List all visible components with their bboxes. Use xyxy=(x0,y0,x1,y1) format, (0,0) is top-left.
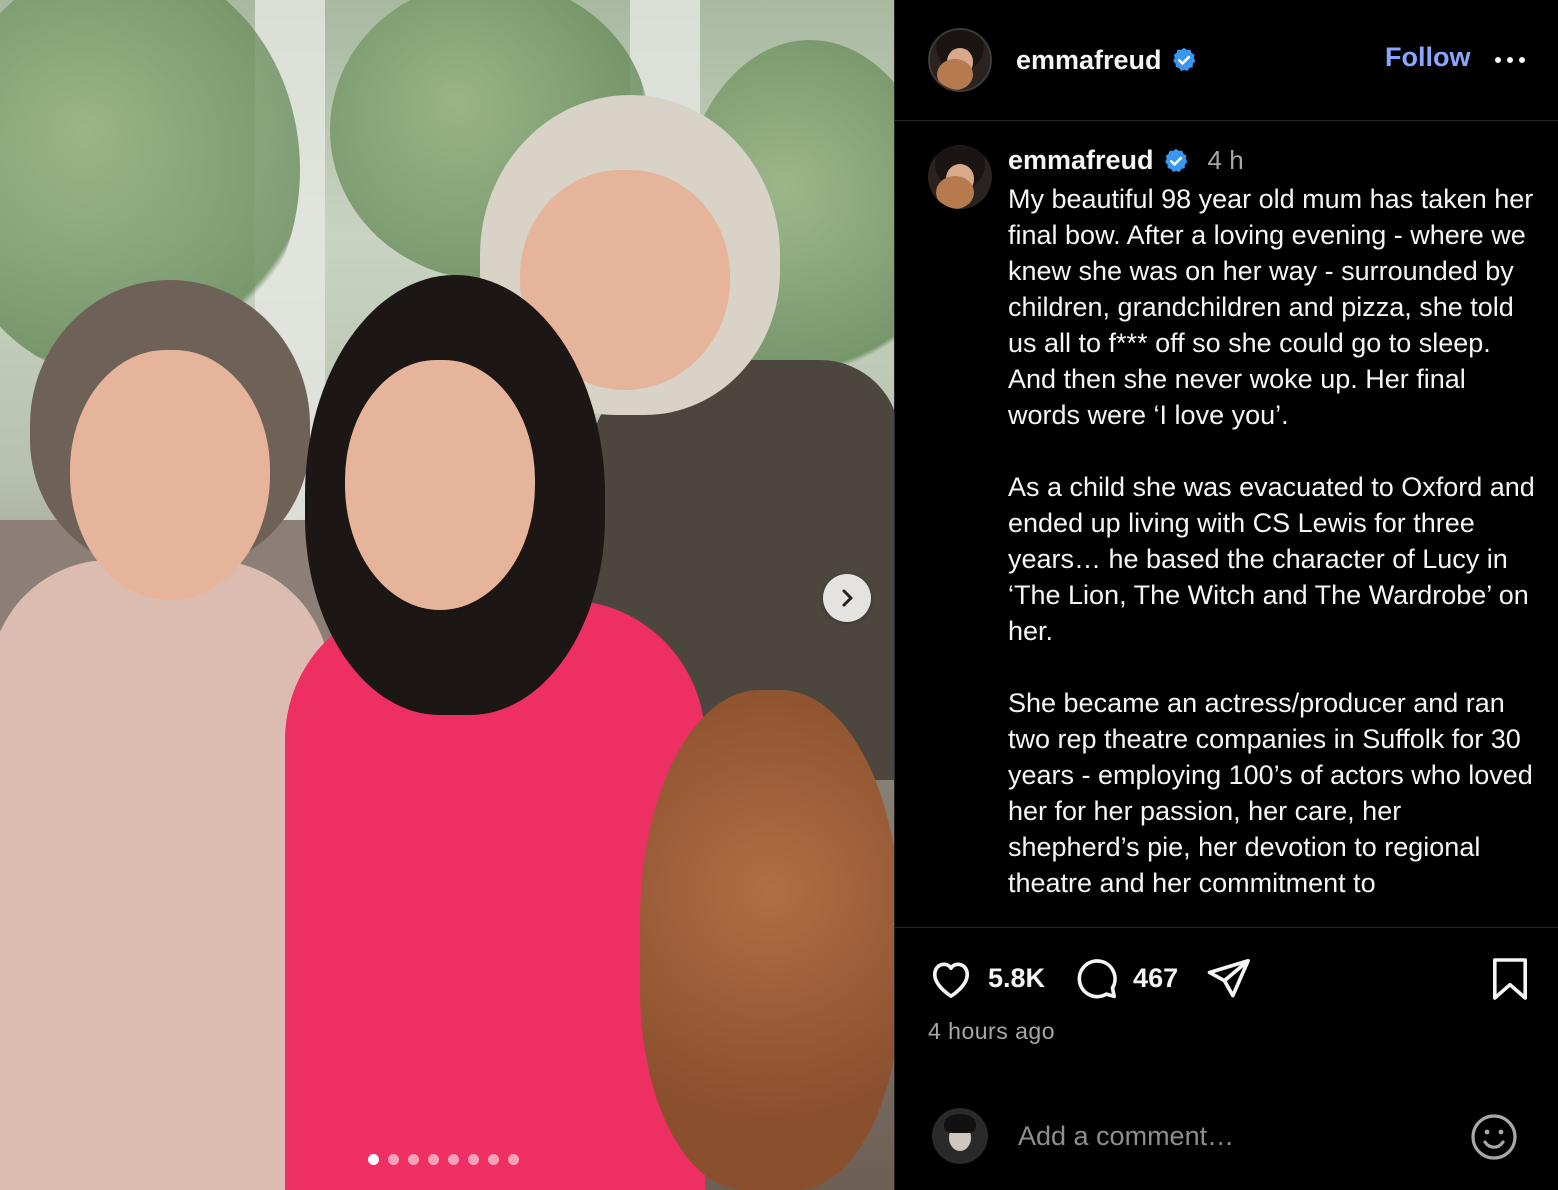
heart-icon xyxy=(932,962,970,998)
comment-input[interactable] xyxy=(1018,1116,1438,1156)
share-icon xyxy=(1207,958,1251,998)
caption-author-avatar[interactable] xyxy=(928,145,992,209)
person-left-face xyxy=(70,350,270,600)
person-left-sweater xyxy=(0,560,330,1190)
carousel-next-button[interactable] xyxy=(823,574,871,622)
carousel-dot xyxy=(408,1154,419,1165)
like-count[interactable]: 5.8K xyxy=(988,963,1045,994)
verified-badge-icon xyxy=(1172,47,1195,71)
author-avatar[interactable] xyxy=(928,28,992,92)
follow-button[interactable]: Follow xyxy=(1385,42,1470,73)
caption-timestamp[interactable]: 4 h xyxy=(1208,145,1244,176)
comment-bar xyxy=(895,1090,1558,1190)
save-button[interactable] xyxy=(1491,958,1529,1005)
caption-text: My beautiful 98 year old mum has taken h… xyxy=(1008,184,1535,898)
carousel-dot xyxy=(368,1154,379,1165)
post-date[interactable]: 4 hours ago xyxy=(928,1018,1055,1045)
carousel-dot xyxy=(448,1154,459,1165)
author-username[interactable]: emmafreud xyxy=(1016,45,1162,76)
caption-header: emmafreud 4 h xyxy=(1008,145,1244,176)
emoji-icon[interactable] xyxy=(1470,1113,1518,1161)
chevron-right-icon xyxy=(842,589,853,607)
dog xyxy=(640,690,894,1190)
carousel-dot xyxy=(388,1154,399,1165)
comment-icon xyxy=(1077,959,1117,999)
caption-area: emmafreud 4 h My beautiful 98 year old m… xyxy=(895,121,1558,927)
comment-count[interactable]: 467 xyxy=(1133,963,1178,994)
current-user-avatar xyxy=(932,1108,988,1164)
like-button[interactable] xyxy=(928,957,974,999)
verified-badge-icon xyxy=(1164,148,1187,172)
share-button[interactable] xyxy=(1206,956,1252,1000)
carousel-dot xyxy=(468,1154,479,1165)
comment-button[interactable] xyxy=(1073,955,1119,1001)
divider xyxy=(895,927,1558,928)
carousel-dot xyxy=(488,1154,499,1165)
post-header: emmafreud Follow xyxy=(895,0,1558,121)
carousel-dot xyxy=(428,1154,439,1165)
carousel-indicator xyxy=(368,1154,519,1165)
post-actions: 5.8K 467 xyxy=(928,955,1252,1001)
post-side-panel: emmafreud Follow emmafreud 4 h My beauti… xyxy=(894,0,1558,1190)
person-center-face xyxy=(345,360,535,610)
caption-username[interactable]: emmafreud xyxy=(1008,145,1154,176)
post-photo[interactable] xyxy=(0,0,894,1190)
bookmark-icon xyxy=(1492,958,1528,1000)
carousel-dot xyxy=(508,1154,519,1165)
more-options-icon[interactable] xyxy=(1493,46,1527,74)
